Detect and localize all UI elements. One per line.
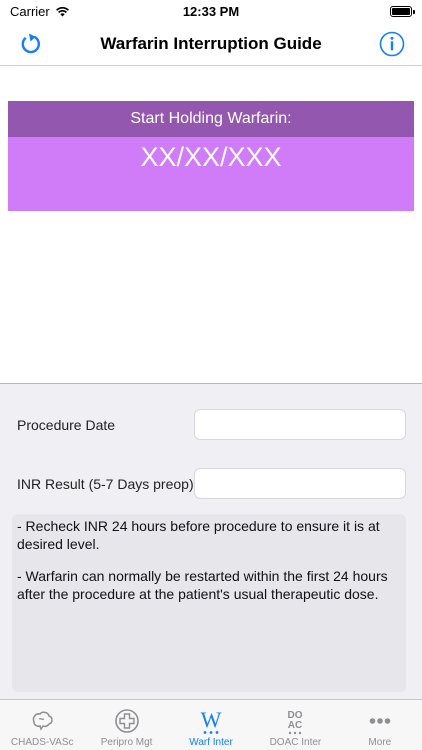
tab-label: DOAC Inter bbox=[269, 737, 322, 748]
tab-bar: CHADS-VASc Peripro Mgt W Warf Inter DO A… bbox=[0, 699, 422, 750]
tab-more[interactable]: More bbox=[338, 700, 422, 750]
notes-text-area[interactable]: - Recheck INR 24 hours before procedure … bbox=[12, 514, 406, 692]
tab-chads-vasc[interactable]: CHADS-VASc bbox=[0, 700, 84, 750]
inr-result-row: INR Result (5-7 Days preop) bbox=[0, 468, 422, 500]
battery-icon bbox=[390, 5, 415, 17]
doac-icon: DO AC bbox=[288, 710, 303, 735]
status-bar: Carrier 12:33 PM bbox=[0, 0, 422, 22]
tab-label: Warf Inter bbox=[189, 737, 233, 748]
medical-cross-icon bbox=[114, 709, 139, 733]
tab-doac-inter[interactable]: DO AC DOAC Inter bbox=[253, 700, 337, 750]
more-dots-icon bbox=[369, 718, 391, 724]
page-title: Warfarin Interruption Guide bbox=[100, 33, 322, 53]
procedure-date-row: Procedure Date bbox=[0, 409, 422, 441]
tab-peripro-mgt[interactable]: Peripro Mgt bbox=[84, 700, 168, 750]
svg-text:W: W bbox=[201, 707, 222, 732]
info-icon[interactable] bbox=[378, 30, 406, 58]
inr-result-input[interactable] bbox=[194, 468, 406, 499]
note-restart-warfarin: - Warfarin can normally be restarted wit… bbox=[17, 568, 388, 602]
holding-date: XX/XX/XXX bbox=[8, 137, 414, 211]
wifi-icon bbox=[55, 6, 69, 16]
nav-bar: Warfarin Interruption Guide bbox=[0, 22, 422, 66]
procedure-date-label: Procedure Date bbox=[17, 417, 116, 433]
note-recheck-inr: - Recheck INR 24 hours before procedure … bbox=[17, 518, 380, 552]
holding-result-card: Start Holding Warfarin: XX/XX/XXX bbox=[8, 101, 414, 211]
tab-warf-inter[interactable]: W Warf Inter bbox=[169, 700, 253, 750]
brain-icon bbox=[32, 711, 53, 731]
status-left: Carrier bbox=[10, 4, 70, 19]
refresh-icon[interactable] bbox=[16, 30, 44, 58]
tab-label: Peripro Mgt bbox=[100, 737, 153, 748]
procedure-date-input[interactable] bbox=[194, 409, 406, 440]
inr-result-label: INR Result (5-7 Days preop) bbox=[17, 476, 194, 492]
svg-text:AC: AC bbox=[288, 720, 302, 731]
tab-label: CHADS-VASc bbox=[10, 737, 74, 748]
holding-label: Start Holding Warfarin: bbox=[8, 101, 414, 137]
tab-label: More bbox=[368, 737, 392, 748]
carrier-label: Carrier bbox=[10, 3, 50, 19]
warfarin-w-icon: W bbox=[201, 707, 222, 734]
